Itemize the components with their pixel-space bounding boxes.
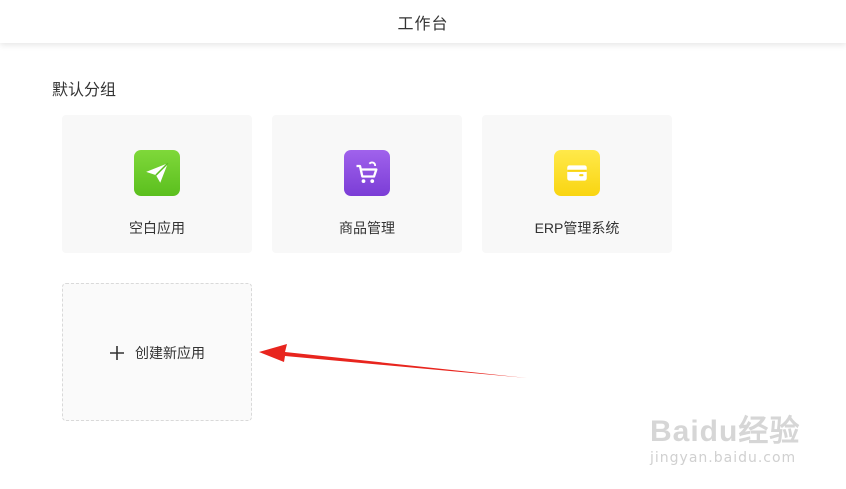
app-label: 商品管理 [339, 220, 395, 236]
create-app-button[interactable]: 创建新应用 [109, 343, 205, 363]
app-label: ERP管理系统 [534, 220, 620, 236]
app-card-erp[interactable]: ERP管理系统 [482, 115, 672, 253]
paper-plane-icon [134, 150, 180, 196]
create-app-label: 创建新应用 [135, 345, 205, 361]
app-label: 空白应用 [129, 220, 185, 236]
wallet-icon [554, 150, 600, 196]
watermark-url: jingyan.baidu.com [650, 450, 797, 466]
plus-icon [110, 346, 124, 360]
create-app-card[interactable]: 创建新应用 [62, 283, 252, 421]
shopping-cart-icon [344, 150, 390, 196]
page-title: 工作台 [397, 15, 449, 33]
top-bar: 工作台 [0, 0, 846, 43]
watermark: Baidu经验 jingyan.baidu.com [645, 398, 835, 478]
app-card-goods[interactable]: 商品管理 [272, 115, 462, 253]
group-title: 默认分组 [52, 82, 117, 99]
watermark-brand: Baidu经验 [650, 415, 801, 448]
app-card-blank[interactable]: 空白应用 [62, 115, 252, 253]
